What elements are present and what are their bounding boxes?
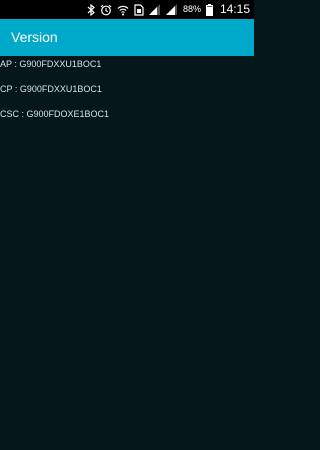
signal-icon xyxy=(165,3,177,15)
sim-card-icon xyxy=(134,3,144,16)
version-csc: CSC : G900FDOXE1BOC1 xyxy=(0,109,110,119)
screen: 88% 14:15 Version AP : G900FDXXU1BOC1 CP… xyxy=(0,0,254,450)
version-ap: AP : G900FDXXU1BOC1 xyxy=(0,59,102,69)
clock: 14:15 xyxy=(219,2,250,16)
app-bar: Version xyxy=(0,19,254,56)
wifi-icon xyxy=(117,5,129,15)
bluetooth-icon xyxy=(87,3,95,16)
status-icons: 88% 14:15 xyxy=(87,0,254,19)
page-title: Version xyxy=(11,29,58,45)
status-bar: 88% 14:15 xyxy=(0,0,254,19)
alarm-icon xyxy=(100,4,112,15)
notification-area[interactable] xyxy=(0,0,80,19)
battery-percent: 88% xyxy=(182,4,201,14)
signal-icon xyxy=(148,3,160,15)
battery-icon xyxy=(205,3,213,16)
version-cp: CP : G900FDXXU1BOC1 xyxy=(0,84,102,94)
